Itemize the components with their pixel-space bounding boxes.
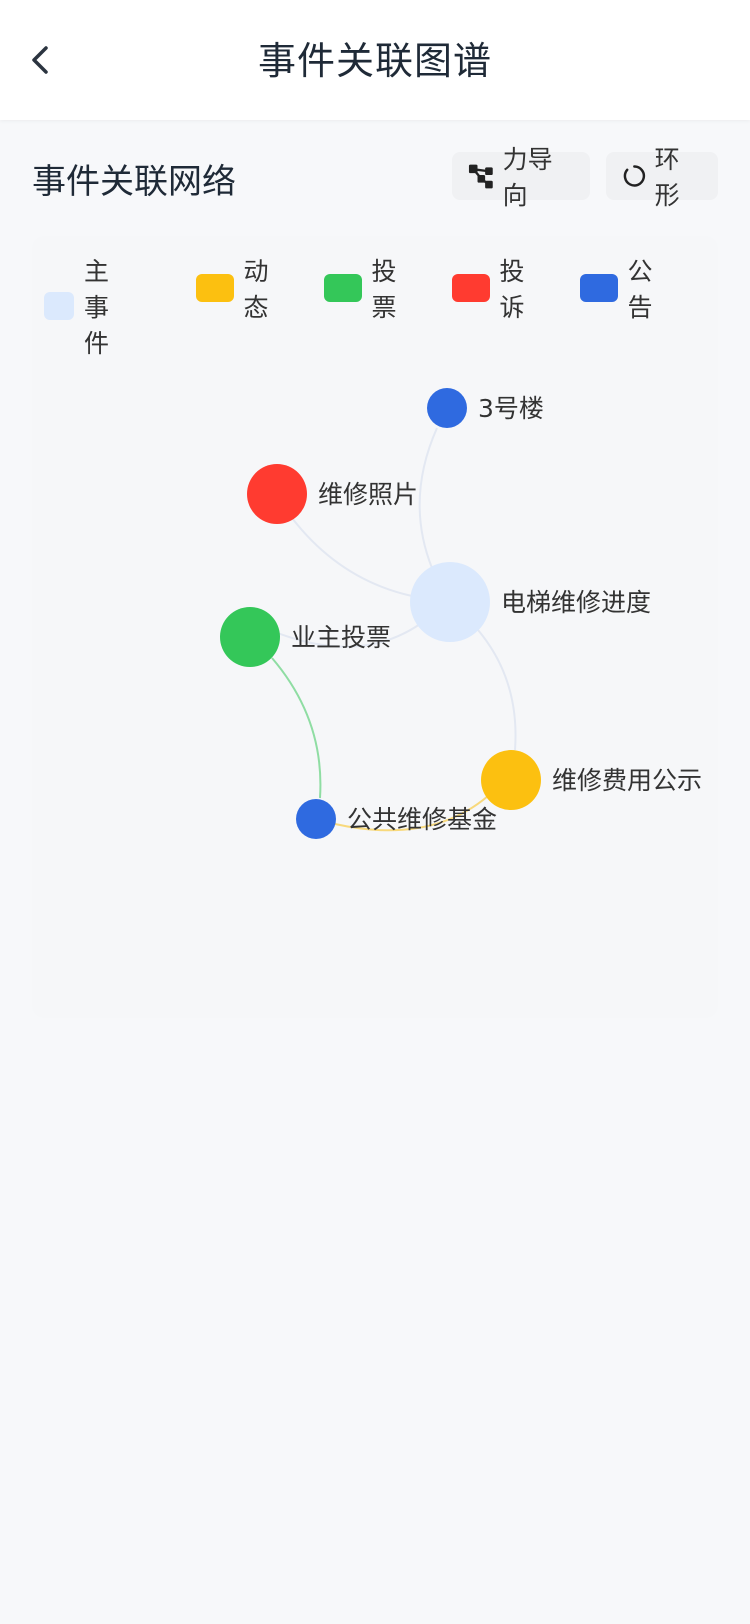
- force-layout-button[interactable]: 力导向: [452, 145, 590, 210]
- network-icon: [468, 164, 493, 189]
- legend-swatch: [452, 274, 490, 302]
- legend-item-announcement[interactable]: 公告: [580, 252, 665, 324]
- legend-item-main-event[interactable]: 主事件: [44, 252, 129, 360]
- node-building-3[interactable]: [427, 388, 467, 428]
- node-repair-photos[interactable]: [247, 464, 307, 524]
- ring-layout-label: 环形: [654, 145, 680, 210]
- legend-item-dynamic[interactable]: 动态: [196, 252, 281, 324]
- force-layout-label: 力导向: [502, 145, 553, 210]
- legend-swatch: [324, 274, 362, 302]
- legend-swatch: [580, 274, 618, 302]
- legend-item-complaint[interactable]: 投诉: [452, 252, 537, 324]
- legend-label: 主事件: [84, 257, 110, 358]
- legend-swatch: [44, 292, 74, 320]
- legend-swatch: [196, 274, 234, 302]
- ring-icon: [623, 165, 646, 187]
- legend-label: 动态: [243, 257, 269, 322]
- legend-label: 公告: [627, 257, 653, 322]
- node-owner-vote[interactable]: [220, 607, 280, 667]
- page-title: 事件关联图谱: [257, 39, 492, 83]
- top-navigation-bar: 事件关联图谱: [0, 0, 750, 120]
- legend-label: 投诉: [499, 257, 525, 322]
- section-title: 事件关联网络: [32, 162, 236, 202]
- graph-card: [32, 236, 718, 1018]
- legend-label: 投票: [371, 257, 397, 322]
- node-elevator-repair-progress[interactable]: [410, 562, 490, 642]
- legend-item-vote[interactable]: 投票: [324, 252, 409, 324]
- node-public-repair-fund[interactable]: [296, 799, 336, 839]
- ring-layout-button[interactable]: 环形: [606, 145, 718, 210]
- node-repair-fee-notice[interactable]: [481, 750, 541, 810]
